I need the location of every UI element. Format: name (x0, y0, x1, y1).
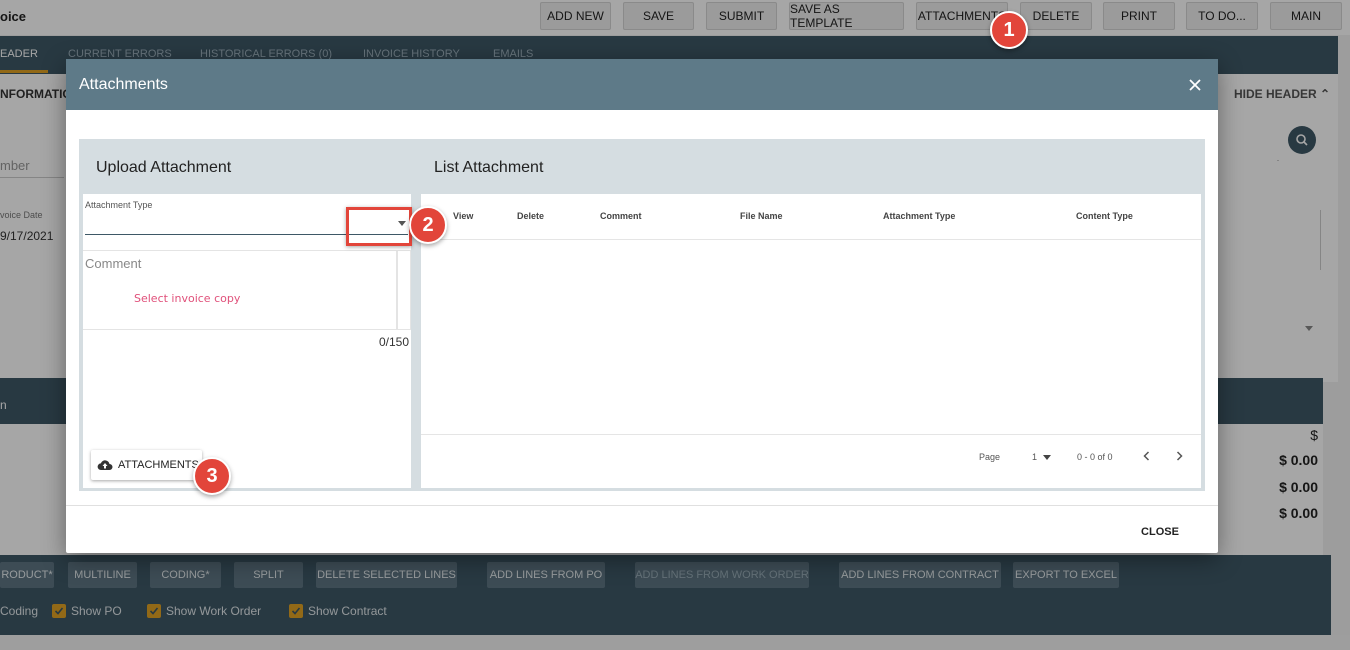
chevron-right-icon (1176, 451, 1183, 461)
attachment-type-highlight (346, 207, 412, 246)
column-header-content-type[interactable]: Content Type (1076, 211, 1133, 221)
character-counter: 0/150 (378, 335, 409, 349)
modal-close-x-button[interactable] (1184, 74, 1206, 96)
page-select-arrow-icon[interactable] (1043, 455, 1051, 460)
pagination-page-select[interactable]: 1 (1032, 452, 1037, 462)
header-divider (421, 239, 1201, 240)
callout-marker-3: 3 (193, 457, 231, 495)
callout-marker-2: 2 (409, 206, 447, 244)
attachment-list-table: View Delete Comment File Name Attachment… (421, 194, 1201, 488)
column-header-comment[interactable]: Comment (600, 211, 642, 221)
column-header-attachment-type[interactable]: Attachment Type (883, 211, 955, 221)
close-icon (1189, 79, 1201, 91)
modal-title: Attachments (79, 76, 168, 93)
comment-scrollbar[interactable] (397, 250, 411, 330)
pagination-page-label: Page (979, 452, 1001, 462)
modal-footer-divider (66, 505, 1218, 506)
chevron-left-icon (1143, 451, 1150, 461)
close-button[interactable]: CLOSE (1127, 521, 1193, 543)
cloud-upload-icon (97, 460, 113, 471)
callout-marker-1: 1 (990, 11, 1028, 49)
column-header-view[interactable]: View (453, 211, 473, 221)
previous-page-button[interactable] (1140, 449, 1154, 463)
comment-placeholder: Comment (85, 256, 142, 271)
column-header-file-name[interactable]: File Name (740, 211, 783, 221)
footer-divider (421, 434, 1201, 435)
list-attachment-title: List Attachment (434, 159, 544, 176)
attachments-body: Upload Attachment List Attachment Attach… (79, 139, 1205, 491)
attachment-type-label: Attachment Type (85, 200, 153, 210)
comment-error-message: Select invoice copy (134, 292, 241, 305)
attachments-upload-label: ATTACHMENTS (118, 459, 199, 471)
upload-attachment-title: Upload Attachment (96, 159, 232, 176)
attachments-upload-button[interactable]: ATTACHMENTS (91, 450, 202, 480)
attachments-modal: Attachments Upload Attachment List Attac… (66, 59, 1218, 553)
next-page-button[interactable] (1172, 449, 1186, 463)
modal-header: Attachments (66, 59, 1218, 110)
column-header-delete[interactable]: Delete (517, 211, 544, 221)
pagination-range: 0 - 0 of 0 (1077, 452, 1113, 462)
